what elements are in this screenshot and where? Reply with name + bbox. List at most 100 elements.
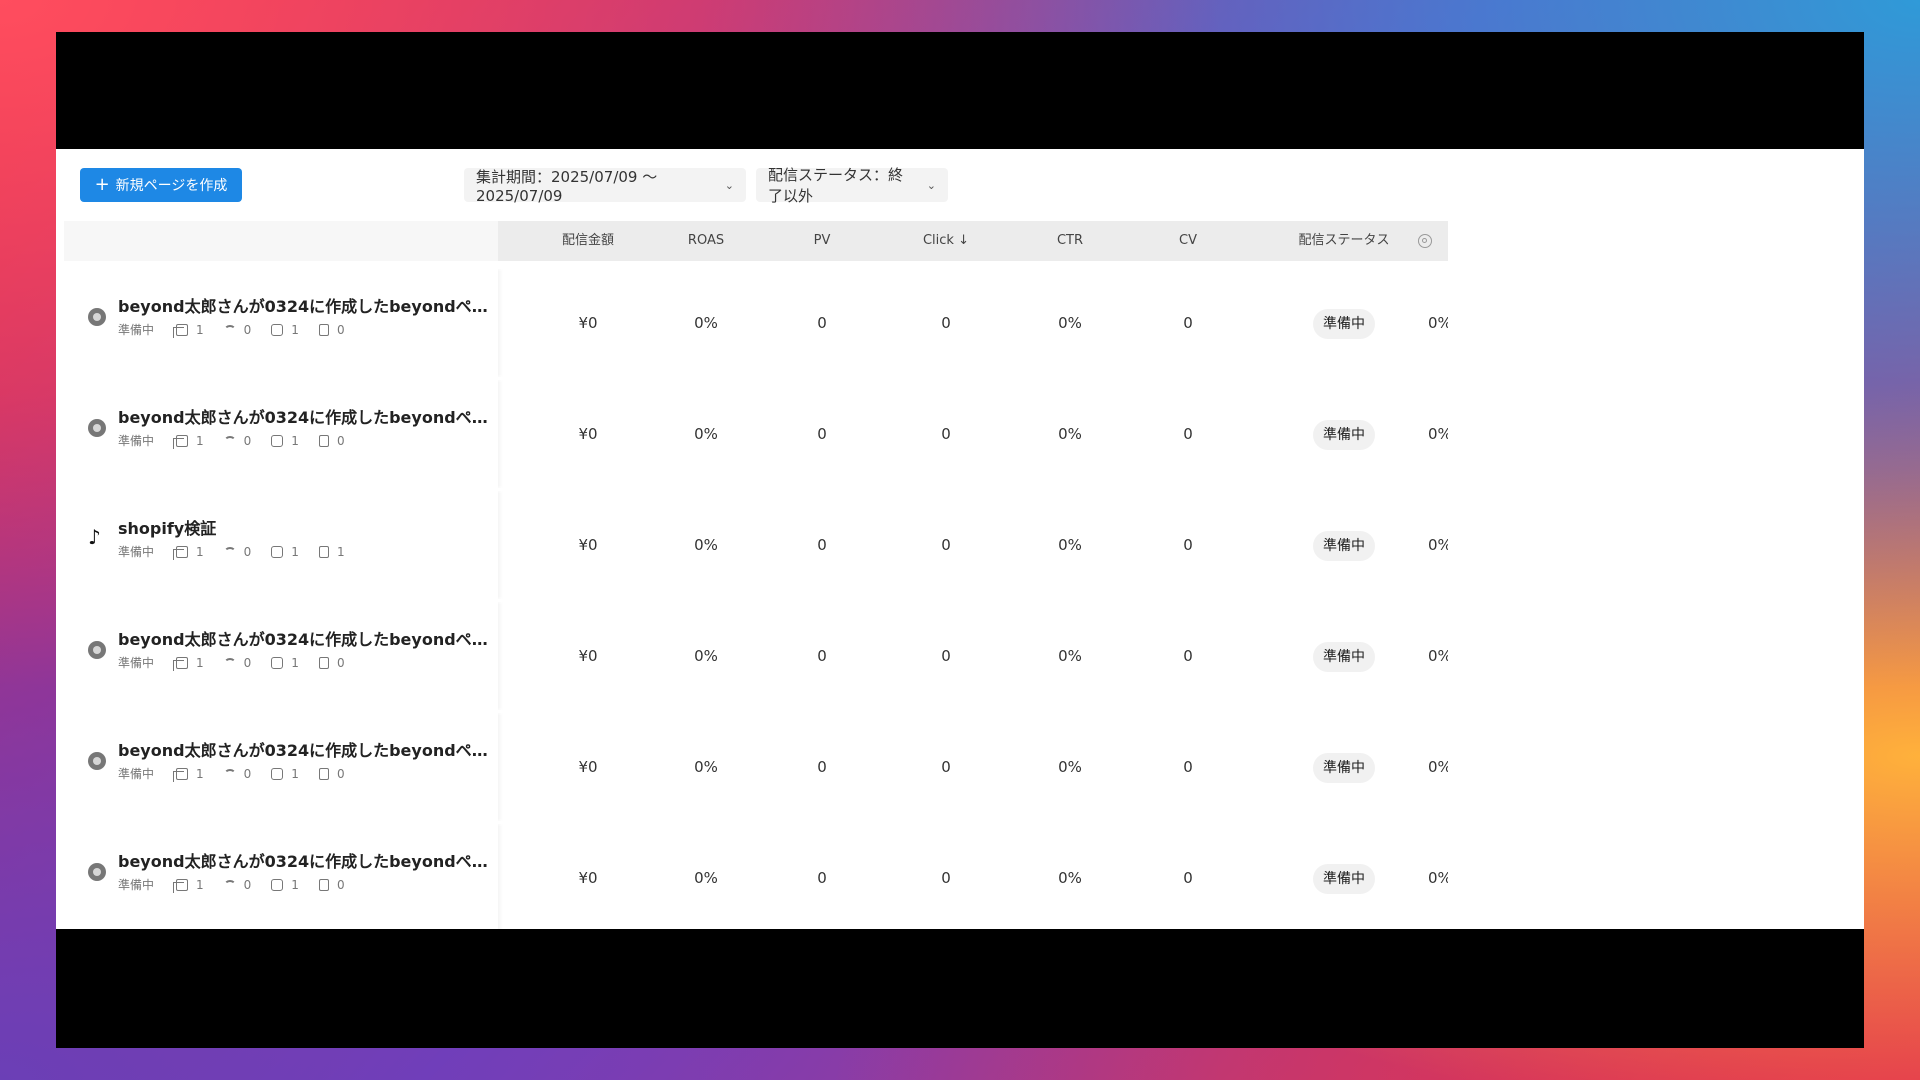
page-meta: 準備中 1 0 1 0 [118,654,365,671]
column-header-cv[interactable]: CV [1138,221,1238,261]
pages-count-value: 1 [196,766,204,781]
cell-spend: ¥0 [578,758,598,776]
cell-status: 準備中 [1284,491,1404,599]
conversions-count: 1 [318,544,345,559]
row-title-cell: ♪ shopify検証 準備中 1 0 1 1 [64,491,498,599]
cell-ctr: 0% [1058,869,1082,887]
conversion-icon [318,545,329,558]
comments-count-value: 1 [291,433,299,448]
row-content: beyond太郎さんが0324に作成したbeyondページ… 準備中 1 0 1… [64,602,1448,710]
column-header-roas[interactable]: ROAS [656,221,756,261]
cell-cv: 0 [1183,647,1193,665]
gear-icon[interactable] [1418,234,1432,248]
cell-status: 準備中 [1284,602,1404,710]
comments-count-value: 1 [291,877,299,892]
comments-count: 1 [271,878,299,892]
avatar-icon [88,641,106,659]
avatar-icon [88,419,106,437]
views-count-value: 0 [243,655,252,670]
status-badge[interactable]: 準備中 [1313,641,1375,672]
pages-count-value: 1 [196,322,204,337]
period-filter-dropdown[interactable]: 集計期間：2025/07/09 〜 2025/07/09 ⌄ [464,168,746,205]
conversions-count: 0 [318,656,345,670]
header-title-column [64,221,498,261]
signal-icon [223,657,236,668]
status-filter-dropdown[interactable]: 配信ステータス：終了以外 ⌄ [756,166,948,205]
comments-count: 1 [271,434,299,448]
conversions-count: 0 [318,766,345,781]
row-content: ♪ shopify検証 準備中 1 0 1 1 ¥0 0% 0 0 0% 0 準… [64,491,1448,599]
views-count: 0 [223,878,251,892]
page-title[interactable]: beyond太郎さんが0324に作成したbeyondページ… [118,404,494,428]
status-badge[interactable]: 準備中 [1313,530,1375,561]
comments-count-value: 1 [291,322,299,337]
pages-count: 1 [173,434,204,449]
signal-icon [223,768,236,779]
signal-icon [223,435,236,446]
comments-count: 1 [271,545,299,559]
page-title[interactable]: beyond太郎さんが0324に作成したbeyondページ… [118,848,494,872]
conversions-count-value: 0 [336,433,345,448]
conversions-count-value: 0 [336,766,345,781]
row-title-cell: beyond太郎さんが0324に作成したbeyondページ… 準備中 1 0 1… [64,602,498,710]
cell-spend: ¥0 [578,647,598,665]
column-header-ctr[interactable]: CTR [1020,221,1120,261]
document-icon [173,434,189,449]
cell-status: 準備中 [1284,713,1404,821]
column-header-status[interactable]: 配信ステータス [1284,221,1404,261]
table-row[interactable]: beyond太郎さんが0324に作成したbeyondページ… 準備中 1 0 1… [64,824,1448,929]
comments-count-value: 1 [291,544,299,559]
status-badge[interactable]: 準備中 [1313,419,1375,450]
status-badge[interactable]: 準備中 [1313,308,1375,339]
toolbar: + 新規ページを作成 集計期間：2025/07/09 〜 2025/07/09 … [80,166,1480,205]
comments-count-value: 1 [291,766,299,781]
conversion-icon [318,656,329,669]
document-icon [173,545,189,560]
cell-extra: 0% [1428,536,1448,554]
table-row[interactable]: beyond太郎さんが0324に作成したbeyondページ… 準備中 1 0 1… [64,380,1448,488]
cell-spend: ¥0 [578,314,598,332]
row-content: beyond太郎さんが0324に作成したbeyondページ… 準備中 1 0 1… [64,713,1448,821]
row-title-cell: beyond太郎さんが0324に作成したbeyondページ… 準備中 1 0 1… [64,824,498,929]
cell-extra: 0% [1428,758,1448,776]
conversions-count: 0 [318,322,345,337]
conversions-count-value: 1 [336,544,345,559]
column-header-pv[interactable]: PV [772,221,872,261]
page-title[interactable]: beyond太郎さんが0324に作成したbeyondページ… [118,737,494,761]
page-title[interactable]: beyond太郎さんが0324に作成したbeyondページ [118,293,494,317]
column-header-click[interactable]: Click ↓ [896,221,996,261]
cell-extra: 0% [1428,647,1448,665]
column-header-spend[interactable]: 配信金額 [538,221,638,261]
table-row[interactable]: beyond太郎さんが0324に作成したbeyondページ 準備中 1 0 1 … [64,269,1448,377]
pages-count: 1 [173,545,204,560]
cell-pv: 0 [817,647,827,665]
conversions-count-value: 0 [336,322,345,337]
status-badge[interactable]: 準備中 [1313,752,1375,783]
cell-ctr: 0% [1058,536,1082,554]
chat-icon [271,434,284,447]
cell-extra: 0% [1428,869,1448,887]
avatar-icon [88,752,106,770]
row-content: beyond太郎さんが0324に作成したbeyondページ… 準備中 1 0 1… [64,824,1448,929]
views-count: 0 [223,767,251,781]
page-meta: 準備中 1 0 1 0 [118,876,365,893]
cell-pv: 0 [817,869,827,887]
page-title[interactable]: shopify検証 [118,515,494,539]
cell-extra: 0% [1428,425,1448,443]
page-title[interactable]: beyond太郎さんが0324に作成したbeyondページ… [118,626,494,650]
new-page-button[interactable]: + 新規ページを作成 [80,168,242,202]
chevron-down-icon: ⌄ [926,178,936,192]
chat-icon [271,656,284,669]
table-row[interactable]: ♪ shopify検証 準備中 1 0 1 1 ¥0 0% 0 0 0% 0 準… [64,491,1448,599]
pages-count: 1 [173,878,204,893]
table-row[interactable]: beyond太郎さんが0324に作成したbeyondページ… 準備中 1 0 1… [64,713,1448,821]
status-badge[interactable]: 準備中 [1313,863,1375,894]
cell-click: 0 [941,536,951,554]
table-row[interactable]: beyond太郎さんが0324に作成したbeyondページ… 準備中 1 0 1… [64,602,1448,710]
cell-roas: 0% [694,647,718,665]
cell-roas: 0% [694,869,718,887]
signal-icon [223,879,236,890]
views-count: 0 [223,323,251,337]
conversions-count-value: 0 [336,877,345,892]
conversion-icon [318,878,329,891]
